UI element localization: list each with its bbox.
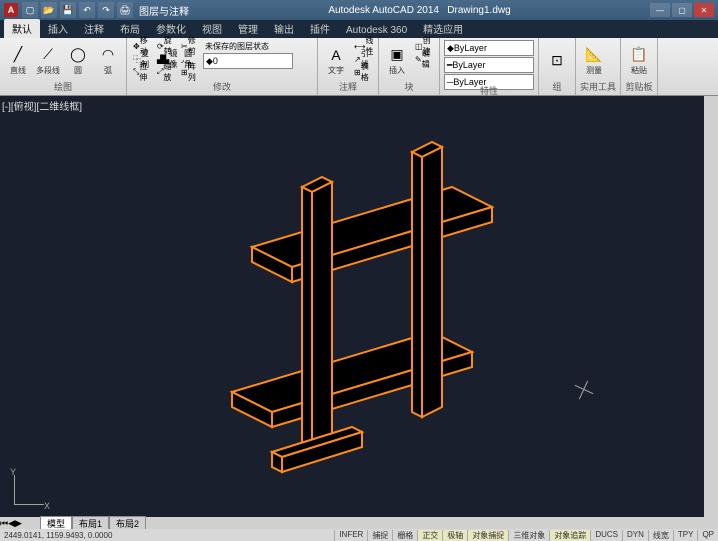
line-icon: ╱: [8, 45, 28, 65]
panel-groups-label: 组: [543, 80, 571, 93]
coordinate-readout: 2449.0141, 1159.9493, 0.0000: [0, 531, 116, 540]
panel-modify-label: 修改: [131, 80, 313, 93]
minimize-button[interactable]: —: [650, 3, 670, 17]
status-ortho[interactable]: 正交: [417, 530, 442, 541]
panel-block: ▣插入 ◫ 创建 ✎ 编辑 块: [379, 38, 440, 95]
panel-properties: ◆ ByLayer ━ ByLayer ─ ByLayer 特性: [440, 38, 539, 95]
status-3dosnap[interactable]: 三维对象: [508, 530, 549, 541]
insert-icon: ▣: [387, 45, 407, 65]
group-button[interactable]: ⊡: [543, 40, 571, 80]
ucs-icon: Y X: [10, 469, 50, 509]
qat-extra-label: 图层与注释: [139, 3, 189, 18]
panel-annotation-label: 注释: [322, 80, 374, 93]
panel-block-label: 块: [383, 80, 435, 93]
line-button[interactable]: ╱直线: [4, 40, 32, 80]
undo-icon[interactable]: ↶: [79, 2, 95, 18]
color-combo[interactable]: ◆ ByLayer: [444, 40, 534, 56]
status-ducs[interactable]: DUCS: [590, 530, 622, 541]
tab-nav-next-icon[interactable]: ▶: [15, 518, 22, 529]
status-polar[interactable]: 极轴: [442, 530, 467, 541]
table-button[interactable]: ⊞ 表格: [352, 66, 374, 78]
measure-button[interactable]: 📐测量: [580, 40, 608, 80]
panel-utilities-label: 实用工具: [580, 80, 616, 93]
open-icon[interactable]: 📂: [41, 2, 57, 18]
status-snap[interactable]: 捕捉: [367, 530, 392, 541]
panel-annotation: A文字 ⟷ 线性 ↗ 引线 ⊞ 表格 注释: [318, 38, 379, 95]
window-title: Autodesk AutoCAD 2014 Drawing1.dwg: [189, 5, 650, 16]
status-otrack[interactable]: 对象追踪: [549, 530, 590, 541]
print-icon[interactable]: 🖨: [117, 2, 133, 18]
viewport-label[interactable]: [-][俯视][二维线框]: [2, 98, 82, 113]
layer-state-label[interactable]: 未保存的图层状态: [203, 40, 313, 52]
panel-draw: ╱直线 ⟋多段线 ◯圆 ◠弧 绘图: [0, 38, 127, 95]
scale-button[interactable]: ⤢ 缩放: [155, 66, 177, 78]
panel-modify: ✥ 移动 ⿻ 复制 ⤡ 拉伸 ⟳ 旋转 ▟▙ 镜像 ⤢ 缩放 ✂ 修剪 ◞ 圆角…: [127, 38, 318, 95]
text-icon: A: [326, 45, 346, 65]
layer-combo[interactable]: ◆ 0: [203, 53, 293, 69]
drawing-canvas[interactable]: [-][俯视][二维线框]: [0, 96, 704, 517]
new-icon[interactable]: ▢: [22, 2, 38, 18]
app-logo-icon[interactable]: A: [4, 3, 18, 17]
tab-a360[interactable]: Autodesk 360: [338, 23, 415, 38]
tab-view[interactable]: 视图: [194, 19, 230, 38]
status-infer[interactable]: INFER: [334, 530, 367, 541]
arc-button[interactable]: ◠弧: [94, 40, 122, 80]
save-icon[interactable]: 💾: [60, 2, 76, 18]
paste-button[interactable]: 📋粘贴: [625, 40, 653, 80]
status-qp[interactable]: QP: [697, 530, 718, 541]
close-button[interactable]: ✕: [694, 3, 714, 17]
status-dyn[interactable]: DYN: [622, 530, 648, 541]
tab-plugins[interactable]: 插件: [302, 19, 338, 38]
tab-nav-first-icon[interactable]: ⏮: [0, 518, 8, 529]
panel-groups: ⊡ 组: [539, 38, 576, 95]
quick-access-toolbar: ▢ 📂 💾 ↶ ↷ 🖨: [22, 2, 133, 18]
measure-icon: 📐: [584, 45, 604, 65]
circle-button[interactable]: ◯圆: [64, 40, 92, 80]
window-controls: — ▢ ✕: [650, 3, 714, 17]
redo-icon[interactable]: ↷: [98, 2, 114, 18]
polyline-button[interactable]: ⟋多段线: [34, 40, 62, 80]
paste-icon: 📋: [629, 45, 649, 65]
tab-output[interactable]: 输出: [266, 19, 302, 38]
status-toggles: INFER 捕捉 栅格 正交 极轴 对象捕捉 三维对象 对象追踪 DUCS DY…: [334, 530, 718, 541]
panel-clipboard-label: 剪贴板: [625, 80, 653, 93]
status-osnap[interactable]: 对象捕捉: [467, 530, 508, 541]
tab-insert[interactable]: 插入: [40, 19, 76, 38]
array-button[interactable]: ⊞ 阵列: [179, 66, 201, 78]
status-lwt[interactable]: 线宽: [648, 530, 673, 541]
status-grid[interactable]: 栅格: [392, 530, 417, 541]
insert-block-button[interactable]: ▣插入: [383, 40, 411, 80]
group-icon: ⊡: [547, 50, 567, 70]
text-button[interactable]: A文字: [322, 40, 350, 80]
circle-icon: ◯: [68, 45, 88, 65]
ribbon-tabs: 默认 插入 注释 布局 参数化 视图 管理 输出 插件 Autodesk 360…: [0, 20, 718, 38]
polyline-icon: ⟋: [38, 45, 58, 65]
ribbon: ╱直线 ⟋多段线 ◯圆 ◠弧 绘图 ✥ 移动 ⿻ 复制 ⤡ 拉伸 ⟳ 旋转 ▟▙…: [0, 38, 718, 96]
tab-default[interactable]: 默认: [4, 19, 40, 38]
panel-utilities: 📐测量 实用工具: [576, 38, 621, 95]
maximize-button[interactable]: ▢: [672, 3, 692, 17]
edit-block-button[interactable]: ✎ 编辑: [413, 53, 435, 65]
lineweight-combo[interactable]: ━ ByLayer: [444, 57, 534, 73]
vertical-scrollbar[interactable]: [704, 96, 718, 517]
crosshair-cursor-icon: [574, 380, 594, 400]
drawing-object: [172, 117, 532, 497]
arc-icon: ◠: [98, 45, 118, 65]
tab-nav-prev-icon[interactable]: ◀: [8, 518, 15, 529]
panel-draw-label: 绘图: [4, 80, 122, 93]
status-tpy[interactable]: TPY: [673, 530, 698, 541]
titlebar: A ▢ 📂 💾 ↶ ↷ 🖨 图层与注释 Autodesk AutoCAD 201…: [0, 0, 718, 20]
tab-annotate[interactable]: 注释: [76, 19, 112, 38]
stretch-button[interactable]: ⤡ 拉伸: [131, 66, 153, 78]
layout-tab-bar: ⏮ ◀ ▶ 模型 布局1 布局2: [0, 517, 718, 529]
statusbar: 2449.0141, 1159.9493, 0.0000 INFER 捕捉 栅格…: [0, 529, 718, 541]
tab-manage[interactable]: 管理: [230, 19, 266, 38]
panel-clipboard: 📋粘贴 剪贴板: [621, 38, 658, 95]
